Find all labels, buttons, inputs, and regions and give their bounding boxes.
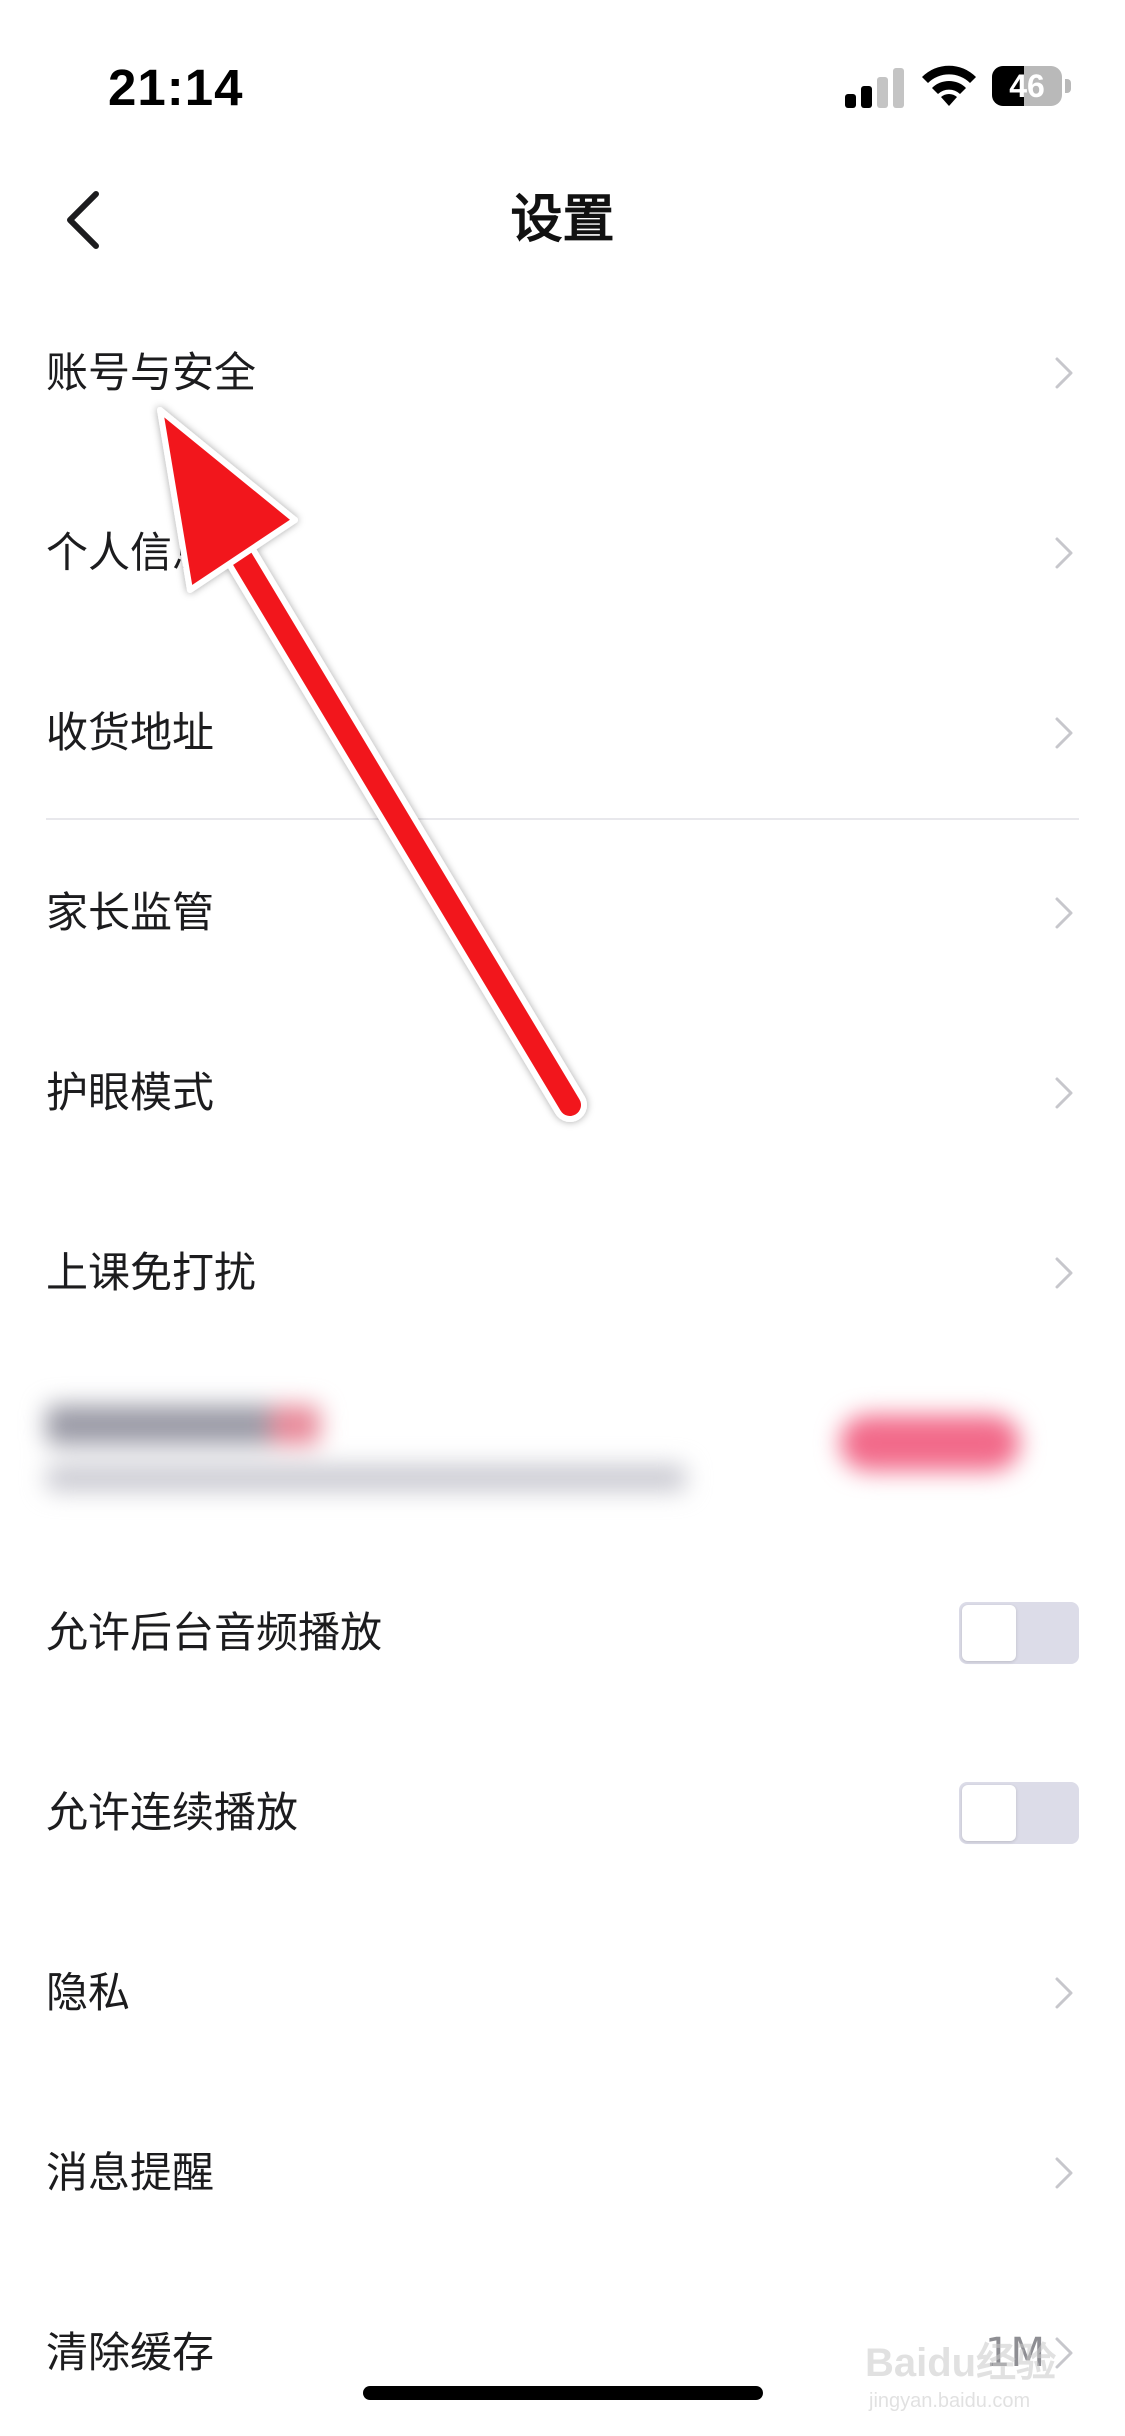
chevron-right-icon — [1055, 537, 1073, 569]
settings-item-label: 上课免打扰 — [46, 1248, 257, 1297]
settings-item-label: 隐私 — [46, 1968, 131, 2017]
settings-item-parental-control[interactable]: 家长监管 — [0, 838, 1125, 988]
settings-item-label: 清除缓存 — [46, 2328, 215, 2377]
settings-item-account-security[interactable]: 账号与安全 — [0, 298, 1125, 448]
settings-item-label: 允许连续播放 — [46, 1788, 299, 1837]
settings-item-label: 收货地址 — [46, 708, 215, 757]
baidu-watermark: Baidu经验 jingyan.baidu.com — [865, 2330, 1095, 2430]
settings-item-label: 消息提醒 — [46, 2148, 215, 2197]
settings-item-autoplay: 允许连续播放 — [0, 1738, 1125, 1888]
toggle-knob — [962, 1605, 1016, 1661]
chevron-right-icon — [1055, 1077, 1073, 1109]
chevron-right-icon — [1055, 717, 1073, 749]
settings-list: 账号与安全 个人信息 收货地址 家长监管 护眼模式 上课免打扰 允许后台音频播放… — [0, 0, 1125, 2436]
blurred-promo-row — [0, 1365, 1125, 1525]
settings-item-privacy[interactable]: 隐私 — [0, 1918, 1125, 2068]
settings-item-label: 账号与安全 — [46, 348, 257, 397]
settings-item-personal-info[interactable]: 个人信息 — [0, 478, 1125, 628]
settings-item-class-do-not-disturb[interactable]: 上课免打扰 — [0, 1198, 1125, 1348]
background-audio-toggle[interactable] — [959, 1602, 1079, 1664]
settings-item-background-audio: 允许后台音频播放 — [0, 1558, 1125, 1708]
chevron-right-icon — [1055, 897, 1073, 929]
chevron-right-icon — [1055, 2157, 1073, 2189]
settings-item-label: 家长监管 — [46, 888, 215, 937]
settings-item-notifications[interactable]: 消息提醒 — [0, 2098, 1125, 2248]
chevron-right-icon — [1055, 1977, 1073, 2009]
autoplay-toggle[interactable] — [959, 1782, 1079, 1844]
chevron-right-icon — [1055, 1257, 1073, 1289]
home-indicator[interactable] — [363, 2386, 763, 2400]
watermark-url: jingyan.baidu.com — [869, 2390, 1031, 2412]
settings-item-label: 护眼模式 — [46, 1068, 215, 1117]
settings-item-eye-protection[interactable]: 护眼模式 — [0, 1018, 1125, 1168]
chevron-right-icon — [1055, 357, 1073, 389]
toggle-knob — [962, 1785, 1016, 1841]
watermark-text: Baidu经验 — [865, 2341, 1057, 2385]
section-divider — [46, 818, 1079, 820]
settings-item-label: 允许后台音频播放 — [46, 1608, 383, 1657]
settings-item-label: 个人信息 — [46, 528, 215, 577]
settings-item-shipping-address[interactable]: 收货地址 — [0, 658, 1125, 808]
